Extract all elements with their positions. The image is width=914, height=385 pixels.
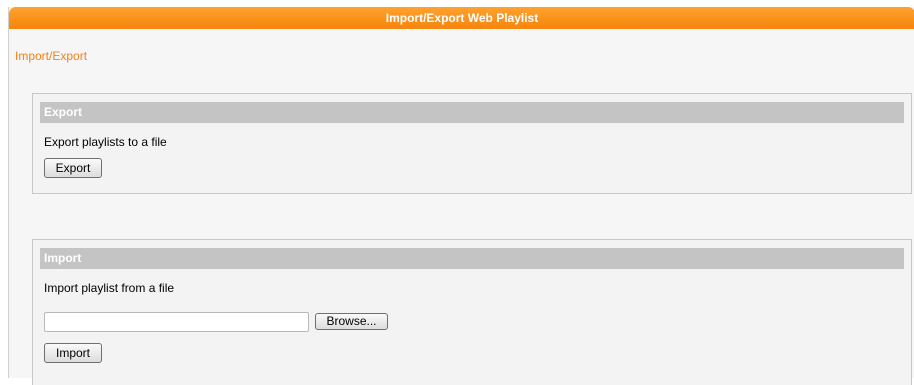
export-panel: Export Export playlists to a file Export xyxy=(32,93,912,194)
export-section-header: Export xyxy=(40,102,904,123)
import-export-link[interactable]: Import/Export xyxy=(15,49,87,63)
import-panel: Import Import playlist from a file Brows… xyxy=(32,239,912,385)
window-title: Import/Export Web Playlist xyxy=(9,7,914,29)
playlist-frame: Import/Export Web Playlist Import/Export… xyxy=(8,7,914,385)
import-section-header: Import xyxy=(40,248,904,269)
file-path-input[interactable] xyxy=(44,312,309,332)
export-button[interactable]: Export xyxy=(44,158,102,178)
browse-button[interactable]: Browse... xyxy=(315,313,388,330)
import-button[interactable]: Import xyxy=(44,343,102,363)
import-description: Import playlist from a file xyxy=(44,281,175,295)
export-description: Export playlists to a file xyxy=(44,135,167,149)
